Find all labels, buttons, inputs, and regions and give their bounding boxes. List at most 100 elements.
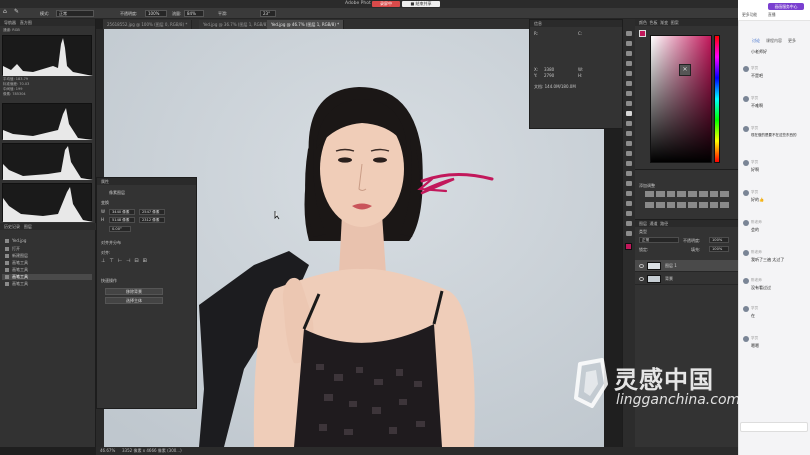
x-input[interactable]: 2547 像素 [139, 209, 165, 215]
blur-tool-icon[interactable] [626, 161, 632, 166]
tab-layers-left[interactable]: 图层 [24, 224, 32, 229]
frame-tool-icon[interactable] [626, 81, 632, 86]
chat-input[interactable] [740, 422, 808, 432]
recording-indicator[interactable]: 录屏中 [372, 1, 400, 7]
remove-background-button[interactable]: 移除背景 [105, 288, 163, 295]
flow-input[interactable]: 84% [184, 10, 204, 17]
invert-icon[interactable] [677, 202, 686, 208]
angle-input[interactable]: 0.00° [109, 226, 131, 232]
quick-actions-section[interactable]: 快速操作 [101, 278, 117, 284]
y-input[interactable]: 2312 像素 [139, 217, 165, 223]
zoom-tool-icon[interactable] [626, 231, 632, 236]
color-balance-icon[interactable] [709, 191, 719, 197]
tab-doc-2[interactable]: Yed.jpg @ 36.7% (图层 1, RGB/8) * [199, 20, 277, 29]
transform-section[interactable]: 变换 [101, 200, 109, 206]
type-tool-icon[interactable] [626, 191, 632, 196]
shape-tool-icon[interactable] [626, 211, 632, 216]
hand-tool-icon[interactable] [626, 221, 632, 226]
channel-mixer-icon[interactable] [655, 202, 665, 208]
angle-input[interactable]: 23° [260, 10, 276, 17]
chat-tab-course[interactable]: 课程内容 [766, 38, 782, 44]
tab-color[interactable]: 颜色 [639, 20, 647, 25]
color-field[interactable]: ✕ [650, 35, 712, 163]
history-item[interactable]: 打开 [2, 246, 92, 252]
opacity-input[interactable]: 100% [145, 10, 167, 17]
tab-doc-1[interactable]: 25618552.jpg @ 100% (图层 0, RGB/8) * [103, 20, 193, 29]
dodge-tool-icon[interactable] [626, 171, 632, 176]
eraser-tool-icon[interactable] [626, 141, 632, 146]
layer-row-selected[interactable]: 图层 1 [635, 260, 738, 272]
gradient-tool-icon[interactable] [626, 151, 632, 156]
tab-history[interactable]: 历史记录 [4, 224, 20, 229]
tab-gradients[interactable]: 渐变 [660, 20, 668, 25]
lasso-tool-icon[interactable] [626, 51, 632, 56]
zoom-level[interactable]: 46.67% [100, 447, 115, 455]
tab-layers[interactable]: 图层 [639, 221, 647, 226]
tab-navigator[interactable]: 导航器 [4, 20, 16, 25]
tab-doc-3[interactable]: Yed.jpg @ 46.7% (图层 1, RGB/8) * [267, 20, 345, 29]
properties-header[interactable]: 属性 [97, 178, 196, 185]
end-share-button[interactable]: ■ 结束共享 [402, 1, 440, 7]
chat-tab-discussion[interactable]: 讨论 [752, 38, 760, 44]
hue-saturation-icon[interactable] [698, 191, 708, 197]
visibility-eye-icon[interactable] [639, 277, 644, 281]
tab-paths[interactable]: 路径 [660, 221, 668, 226]
black-white-icon[interactable] [720, 191, 729, 197]
tab-patterns[interactable]: 图案 [671, 20, 679, 25]
curves-icon[interactable] [666, 191, 676, 197]
chat-top-item[interactable]: 直播 [768, 12, 776, 18]
pen-tool-icon[interactable] [626, 181, 632, 186]
marquee-tool-icon[interactable] [626, 41, 632, 46]
history-snapshot[interactable]: Yed.jpg [2, 238, 92, 244]
service-badge[interactable]: 画画服务中心 [768, 3, 804, 10]
chat-top-item[interactable]: 更多功能 [742, 12, 757, 18]
brightness-icon[interactable] [645, 191, 654, 197]
info-header[interactable]: 信息 [530, 20, 622, 27]
align-section[interactable]: 对齐并分布 [101, 240, 121, 246]
color-lookup-icon[interactable] [666, 202, 676, 208]
hue-slider[interactable] [714, 35, 720, 163]
width-input[interactable]: 3440 像素 [109, 209, 135, 215]
eyedropper-tool-icon[interactable] [626, 91, 632, 96]
home-icon[interactable]: ⌂ [3, 9, 7, 15]
brush-tool-icon[interactable] [626, 111, 632, 116]
layer-opacity-input[interactable]: 100% [709, 237, 729, 243]
history-item[interactable]: 新建图层 [2, 253, 92, 259]
chat-tab-more[interactable]: 更多 [788, 38, 796, 44]
blend-mode-select[interactable]: 正常 [639, 237, 679, 243]
path-select-tool-icon[interactable] [626, 201, 632, 206]
layer-row[interactable]: 背景 [635, 273, 738, 285]
height-input[interactable]: 5148 像素 [109, 217, 135, 223]
fill-input[interactable]: 100% [709, 246, 729, 252]
history-brush-tool-icon[interactable] [626, 131, 632, 136]
clone-stamp-tool-icon[interactable] [626, 121, 632, 126]
visibility-eye-icon[interactable] [639, 264, 644, 268]
exposure-icon[interactable] [677, 191, 686, 197]
align-icons[interactable]: ⊥⊤⊢⊣⊟⊞ [101, 258, 151, 264]
channel-select[interactable]: 通道: RGB [3, 28, 20, 33]
gradient-map-icon[interactable] [709, 202, 719, 208]
quick-select-tool-icon[interactable] [626, 61, 632, 66]
posterize-icon[interactable] [688, 202, 697, 208]
photo-filter-icon[interactable] [645, 202, 654, 208]
move-tool-icon[interactable] [626, 31, 632, 36]
history-item[interactable]: 画笔工具 [2, 281, 92, 287]
history-item[interactable]: 画笔工具 [2, 267, 92, 273]
history-item-selected[interactable]: 画笔工具 [2, 274, 92, 280]
levels-icon[interactable] [655, 191, 665, 197]
layer-filter-kind[interactable]: 类型 [639, 229, 647, 235]
tab-histogram[interactable]: 直方图 [20, 20, 32, 25]
selective-color-icon[interactable] [720, 202, 729, 208]
select-subject-button[interactable]: 选择主体 [105, 297, 163, 304]
crop-tool-icon[interactable] [626, 71, 632, 76]
healing-brush-tool-icon[interactable] [626, 101, 632, 106]
tab-channels[interactable]: 通道 [650, 221, 658, 226]
fg-color-chip[interactable] [639, 30, 646, 37]
threshold-icon[interactable] [698, 202, 708, 208]
brush-tool-icon[interactable]: ✎ [14, 9, 19, 15]
history-item[interactable]: 画笔工具 [2, 260, 92, 266]
foreground-color-swatch[interactable] [625, 243, 632, 250]
vibrance-icon[interactable] [688, 191, 697, 197]
tab-swatches[interactable]: 色板 [650, 20, 658, 25]
mode-select[interactable]: 正常 [56, 10, 94, 17]
